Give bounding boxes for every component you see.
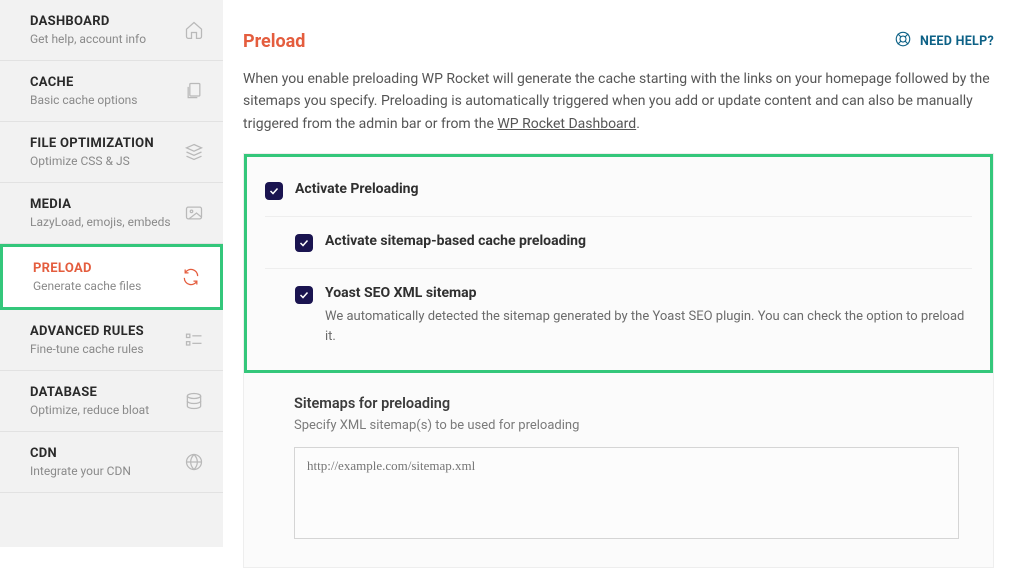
nav-title: DASHBOARD	[30, 14, 183, 29]
sidebar-item-preload[interactable]: PRELOAD Generate cache files	[0, 244, 223, 310]
sidebar-item-file-optimization[interactable]: FILE OPTIMIZATION Optimize CSS & JS	[0, 122, 223, 183]
nav-title: MEDIA	[30, 197, 183, 212]
option-label: Activate Preloading	[295, 181, 972, 197]
option-desc: We automatically detected the sitemap ge…	[325, 307, 972, 346]
database-icon	[183, 390, 205, 412]
nav-subtitle: Optimize CSS & JS	[30, 154, 183, 168]
preload-options-group: Activate Preloading Activate sitemap-bas…	[244, 154, 993, 373]
nav-title: PRELOAD	[33, 261, 180, 276]
image-icon	[183, 202, 205, 224]
option-activate-preloading: Activate Preloading	[265, 171, 972, 216]
nav-subtitle: LazyLoad, emojis, embeds	[30, 215, 183, 229]
settings-panel: Activate Preloading Activate sitemap-bas…	[243, 153, 994, 568]
nav-title: DATABASE	[30, 385, 183, 400]
option-yoast-sitemap: Yoast SEO XML sitemap We automatically d…	[265, 268, 972, 362]
nav-subtitle: Optimize, reduce bloat	[30, 403, 183, 417]
nav-title: FILE OPTIMIZATION	[30, 136, 183, 151]
sitemaps-textarea[interactable]	[294, 447, 959, 539]
nav-subtitle: Basic cache options	[30, 93, 183, 107]
nav-title: CDN	[30, 446, 183, 461]
nav-title: CACHE	[30, 75, 183, 90]
page-header: Preload NEED HELP?	[243, 30, 994, 52]
option-label: Activate sitemap-based cache preloading	[325, 233, 972, 249]
activate-preloading-checkbox[interactable]	[265, 182, 283, 200]
nav-subtitle: Fine-tune cache rules	[30, 342, 183, 356]
sidebar-item-cdn[interactable]: CDN Integrate your CDN	[0, 432, 223, 493]
nav-subtitle: Get help, account info	[30, 32, 183, 46]
list-icon	[183, 329, 205, 351]
option-label: Yoast SEO XML sitemap	[325, 285, 972, 301]
globe-icon	[183, 451, 205, 473]
nav-title: ADVANCED RULES	[30, 324, 183, 339]
page-title: Preload	[243, 31, 305, 52]
sitemaps-block: Sitemaps for preloading Specify XML site…	[244, 373, 993, 567]
sidebar-item-database[interactable]: DATABASE Optimize, reduce bloat	[0, 371, 223, 432]
sitemaps-title: Sitemaps for preloading	[294, 395, 959, 412]
sidebar: DASHBOARD Get help, account info CACHE B…	[0, 0, 223, 547]
sidebar-item-cache[interactable]: CACHE Basic cache options	[0, 61, 223, 122]
copy-icon	[183, 80, 205, 102]
option-activate-sitemap: Activate sitemap-based cache preloading	[265, 216, 972, 268]
home-icon	[183, 19, 205, 41]
refresh-icon	[180, 266, 202, 288]
intro-text: When you enable preloading WP Rocket wil…	[243, 68, 994, 135]
nav-subtitle: Generate cache files	[33, 279, 180, 293]
wp-rocket-dashboard-link[interactable]: WP Rocket Dashboard	[497, 116, 636, 132]
yoast-sitemap-checkbox[interactable]	[295, 286, 313, 304]
sitemaps-desc: Specify XML sitemap(s) to be used for pr…	[294, 418, 959, 433]
nav-subtitle: Integrate your CDN	[30, 464, 183, 478]
main-content: Preload NEED HELP? When you enable prelo…	[223, 0, 1024, 547]
sidebar-item-advanced-rules[interactable]: ADVANCED RULES Fine-tune cache rules	[0, 310, 223, 371]
sidebar-item-dashboard[interactable]: DASHBOARD Get help, account info	[0, 0, 223, 61]
help-label: NEED HELP?	[920, 34, 994, 49]
layers-icon	[183, 141, 205, 163]
activate-sitemap-checkbox[interactable]	[295, 234, 313, 252]
sidebar-item-media[interactable]: MEDIA LazyLoad, emojis, embeds	[0, 183, 223, 244]
need-help-button[interactable]: NEED HELP?	[894, 30, 994, 52]
help-icon	[894, 30, 912, 52]
